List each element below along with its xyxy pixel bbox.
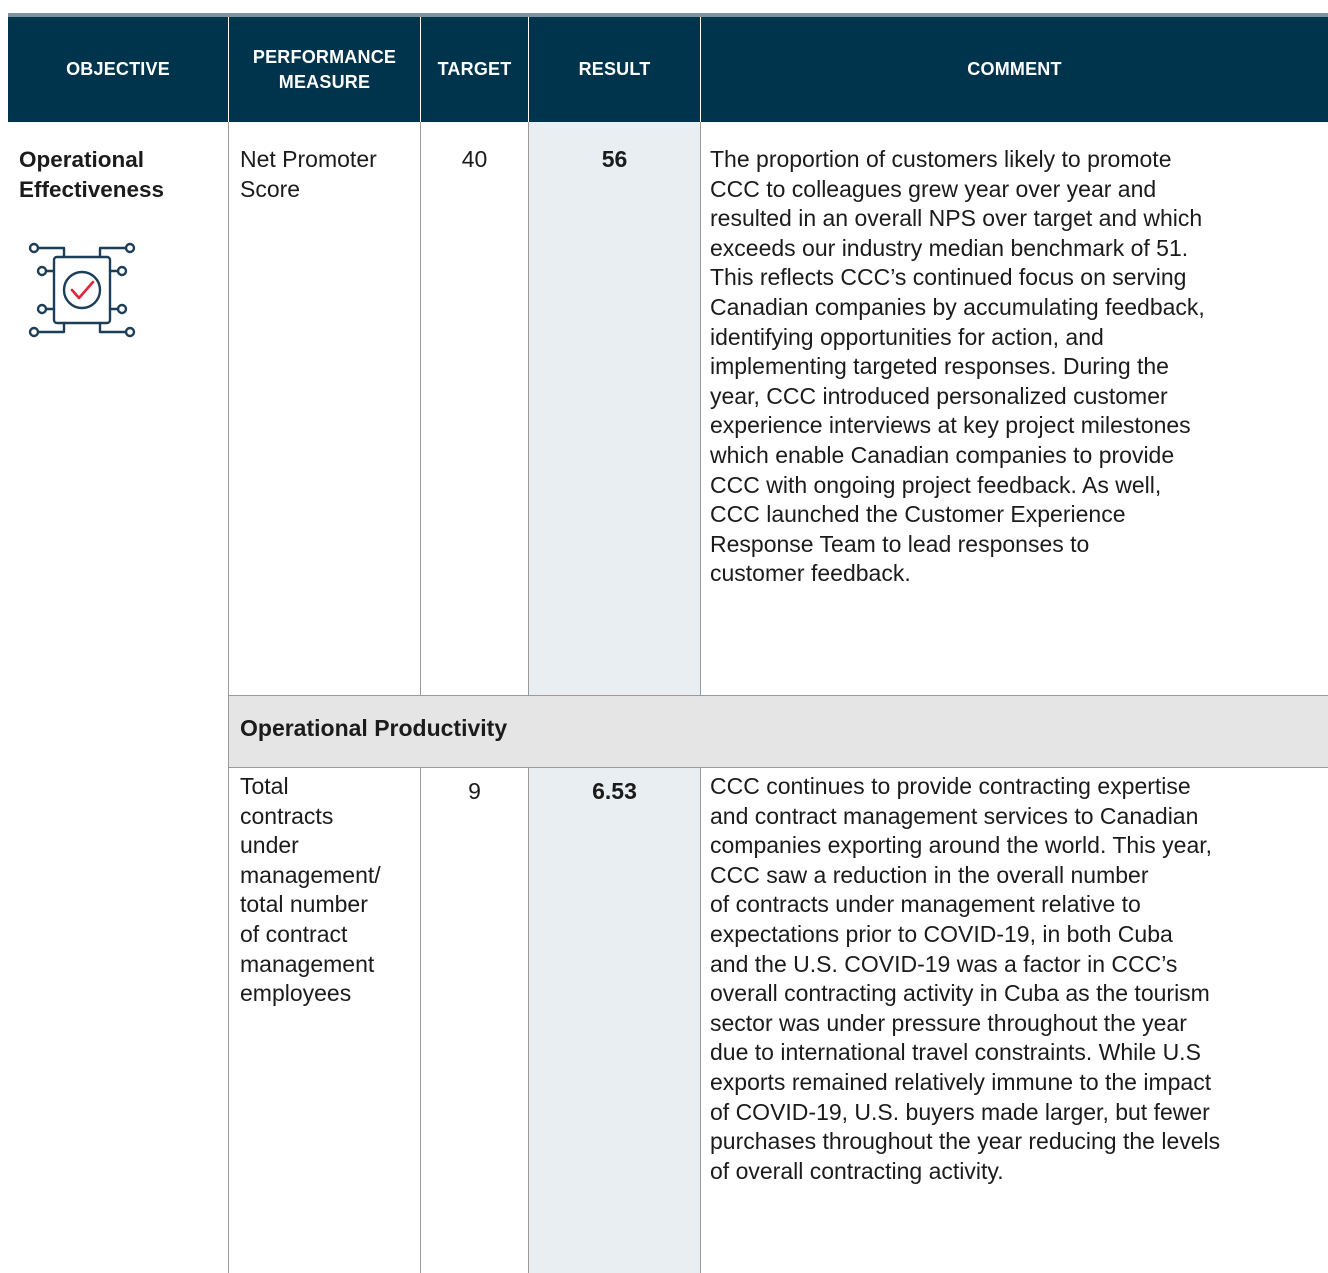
result-cell-bg — [529, 768, 700, 1273]
measure-cell: Net Promoter Score — [240, 145, 418, 204]
comment-line: and the U.S. COVID-19 was a factor in CC… — [710, 950, 1178, 977]
header-comment: COMMENT — [701, 17, 1328, 122]
result-value: 56 — [601, 146, 628, 172]
header-comment-label: COMMENT — [967, 59, 1062, 79]
comment-line: Canadian companies by accumulating feedb… — [710, 293, 1205, 320]
objective-title: Operational Effectiveness — [19, 145, 224, 204]
header-result-label: RESULT — [578, 59, 651, 79]
header-objective: OBJECTIVE — [8, 17, 228, 122]
measure-line: Total — [240, 773, 289, 799]
performance-table: OBJECTIVE PERFORMANCE MEASURE TARGET RES… — [8, 17, 1328, 1273]
comment-line: Response Team to lead responses to — [710, 530, 1090, 557]
header-performance-measure-line2: MEASURE — [278, 71, 371, 92]
column-divider — [528, 768, 529, 1273]
comment-line: which enable Canadian companies to provi… — [710, 441, 1175, 468]
header-performance-measure-line1: PERFORMANCE — [252, 46, 397, 67]
comment-cell: The proportion of customers likely to pr… — [710, 145, 1328, 589]
measure-line: management/ — [240, 861, 381, 888]
comment-line: and contract management services to Cana… — [710, 802, 1199, 829]
measure-line: Net Promoter — [240, 146, 377, 172]
header-objective-label: OBJECTIVE — [66, 59, 170, 79]
comment-line: exports remained relatively immune to th… — [710, 1068, 1212, 1095]
header-target-label: TARGET — [437, 59, 512, 79]
comment-line: CCC continues to provide contracting exp… — [710, 773, 1191, 799]
comment-line: expectations prior to COVID-19, in both … — [710, 920, 1173, 947]
comment-line: CCC launched the Customer Experience — [710, 501, 1126, 528]
comment-line: This reflects CCC’s continued focus on s… — [710, 264, 1187, 291]
measure-cell: Total contracts under management/ total … — [240, 772, 418, 1009]
comment-line: overall contracting activity in Cuba as … — [710, 980, 1210, 1007]
comment-line: exceeds our industry median benchmark of… — [710, 234, 1189, 261]
process-check-icon — [28, 242, 136, 338]
comment-line: of overall contracting activity. — [710, 1157, 1004, 1184]
comment-line: of COVID-19, U.S. buyers made larger, bu… — [710, 1098, 1210, 1125]
column-divider — [700, 768, 701, 1273]
target-value: 9 — [468, 778, 481, 804]
table-header: OBJECTIVE PERFORMANCE MEASURE TARGET RES… — [8, 17, 1328, 122]
comment-line: customer feedback. — [710, 560, 911, 587]
comment-line: The proportion of customers likely to pr… — [710, 146, 1172, 172]
column-divider — [700, 122, 701, 695]
objective-title-line2: Effectiveness — [19, 176, 165, 202]
measure-line: contracts — [240, 802, 334, 829]
row-divider — [229, 695, 1328, 696]
comment-line: CCC saw a reduction in the overall numbe… — [710, 861, 1149, 888]
column-divider — [420, 122, 421, 695]
column-divider — [528, 122, 529, 695]
measure-line: employees — [240, 980, 352, 1007]
header-target: TARGET — [421, 17, 528, 122]
target-value: 40 — [461, 146, 488, 172]
header-performance-measure: PERFORMANCE MEASURE — [229, 17, 420, 122]
comment-line: of contracts under management relative t… — [710, 891, 1141, 918]
result-cell-bg — [529, 122, 700, 695]
comment-line: companies exporting around the world. Th… — [710, 832, 1213, 859]
comment-line: implementing targeted responses. During … — [710, 353, 1169, 380]
result-value: 6.53 — [592, 778, 637, 804]
comment-line: due to international travel constraints.… — [710, 1039, 1201, 1066]
measure-line: Score — [240, 175, 301, 202]
section-title: Operational Productivity — [240, 715, 508, 741]
objective-title-line1: Operational — [19, 147, 145, 172]
column-divider — [228, 122, 229, 1273]
comment-line: identifying opportunities for action, an… — [710, 323, 1104, 350]
measure-line: management — [240, 950, 375, 977]
measure-line: of contract — [240, 920, 348, 947]
comment-cell: CCC continues to provide contracting exp… — [710, 772, 1328, 1186]
header-result: RESULT — [529, 17, 700, 122]
comment-line: CCC with ongoing project feedback. As we… — [710, 471, 1162, 498]
comment-line: experience interviews at key project mil… — [710, 412, 1191, 439]
comment-line: resulted in an overall NPS over target a… — [710, 205, 1203, 232]
comment-line: CCC to colleagues grew year over year an… — [710, 175, 1157, 202]
measure-line: under — [240, 832, 299, 859]
measure-line: total number — [240, 891, 368, 918]
comment-line: purchases throughout the year reducing t… — [710, 1128, 1221, 1155]
comment-line: sector was under pressure throughout the… — [710, 1009, 1187, 1036]
row-divider — [229, 767, 1328, 768]
column-divider — [420, 768, 421, 1273]
comment-line: year, CCC introduced personalized custom… — [710, 382, 1168, 409]
